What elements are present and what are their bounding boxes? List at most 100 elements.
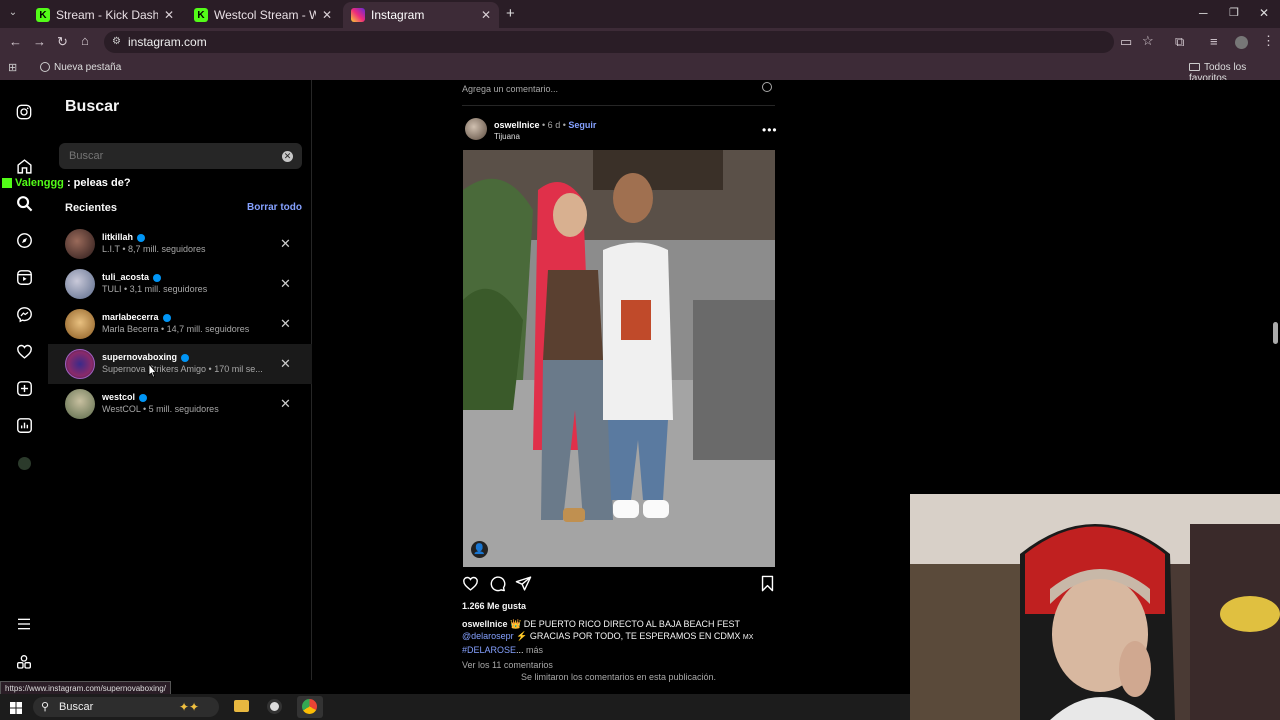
home-icon[interactable] <box>14 156 34 176</box>
chat-username: Valenggg <box>15 177 64 189</box>
tagged-people-icon[interactable]: 👤 <box>471 541 488 558</box>
tab-westcol-stream[interactable]: K Westcol Stream - Watch Live on ✕ <box>186 2 340 28</box>
caption-hashtag[interactable]: #DELAROSE <box>462 645 516 655</box>
recent-username: marlabecerra <box>102 312 159 322</box>
create-plus-icon[interactable] <box>14 378 34 398</box>
remove-recent-icon[interactable]: ✕ <box>280 276 291 292</box>
search-icon[interactable] <box>14 193 34 213</box>
bookmark-new-tab[interactable]: Nueva pestaña <box>40 62 121 73</box>
notifications-heart-icon[interactable] <box>14 341 34 361</box>
site-info-icon[interactable]: ⚙ <box>112 31 121 53</box>
view-comments-link[interactable]: Ver los 11 comentarios <box>462 660 553 670</box>
tab-instagram[interactable]: Instagram ✕ <box>343 2 499 28</box>
remove-recent-icon[interactable]: ✕ <box>280 396 291 412</box>
caption-mention[interactable]: @delarosepr <box>462 631 514 641</box>
post-location[interactable]: Tijuana <box>494 132 520 141</box>
avatar <box>65 349 95 379</box>
recent-item-tuli-acosta[interactable]: tuli_acosta TULI • 3,1 mill. seguidores … <box>48 264 312 304</box>
apps-grid-icon[interactable]: ⊞ <box>8 61 17 74</box>
clear-all-button[interactable]: Borrar todo <box>247 202 302 213</box>
obs-app-icon[interactable] <box>267 699 282 714</box>
bookmark-star-icon[interactable]: ☆ <box>1142 33 1154 49</box>
clear-search-icon[interactable]: ✕ <box>282 151 293 162</box>
remove-recent-icon[interactable]: ✕ <box>280 316 291 332</box>
recent-item-marlabecerra[interactable]: marlabecerra Marla Becerra • 14,7 mill. … <box>48 304 312 344</box>
comments-limited-notice: Se limitaron los comentarios en esta pub… <box>520 672 717 682</box>
file-explorer-icon[interactable] <box>234 700 249 712</box>
post-image[interactable] <box>463 150 775 567</box>
tab-search-button[interactable]: ⌄ <box>6 7 20 21</box>
instagram-logo-icon[interactable] <box>14 102 34 122</box>
verified-badge-icon <box>162 313 171 322</box>
recent-item-supernovaboxing[interactable]: supernovaboxing Supernova Strikers Amigo… <box>48 344 312 384</box>
explore-icon[interactable] <box>14 230 34 250</box>
tab-label: Stream - Kick Dashboard <box>56 8 158 22</box>
profile-avatar[interactable] <box>14 453 34 473</box>
kick-icon: K <box>194 8 208 22</box>
taskbar-search[interactable]: ⚲ Buscar ✦✦ <box>33 697 219 717</box>
comment-bubble-icon[interactable] <box>489 575 506 597</box>
search-panel-title: Buscar <box>65 98 120 115</box>
kick-icon: K <box>36 8 50 22</box>
emoji-icon[interactable] <box>762 82 772 92</box>
remove-recent-icon[interactable]: ✕ <box>280 356 291 372</box>
verified-badge-icon <box>137 233 146 242</box>
post-author-username[interactable]: oswellnice <box>494 120 540 130</box>
caption-more-link[interactable]: más <box>526 645 543 655</box>
like-heart-icon[interactable] <box>462 575 479 597</box>
extensions-icon[interactable]: ⧉ <box>1175 34 1184 50</box>
page-scrollbar-thumb[interactable] <box>1273 322 1278 344</box>
mouse-cursor-icon <box>147 362 157 383</box>
recent-username: litkillah <box>102 232 134 242</box>
close-icon[interactable]: ✕ <box>481 8 491 22</box>
copilot-sparkle-icon: ✦✦ <box>179 700 200 714</box>
add-comment-input[interactable]: Agrega un comentario... <box>462 84 558 94</box>
restore-button[interactable]: ❐ <box>1229 6 1239 19</box>
back-icon[interactable]: ← <box>9 34 22 49</box>
likes-count[interactable]: 1.266 Me gusta <box>462 601 526 611</box>
verified-badge-icon <box>181 353 190 362</box>
address-bar[interactable]: ⚙ instagram.com <box>104 31 1114 53</box>
profile-avatar[interactable] <box>1235 36 1248 49</box>
remove-recent-icon[interactable]: ✕ <box>280 236 291 252</box>
dashboard-chart-icon[interactable] <box>14 415 34 435</box>
install-app-icon[interactable]: ▭ <box>1120 34 1132 50</box>
forward-icon[interactable]: → <box>33 34 46 49</box>
verified-badge-icon <box>153 273 162 282</box>
minimize-button[interactable]: ─ <box>1199 6 1208 20</box>
recent-item-westcol[interactable]: westcol WestCOL • 5 mill. seguidores ✕ <box>48 384 312 424</box>
folder-icon <box>1189 63 1200 72</box>
reload-icon[interactable]: ↻ <box>57 34 68 50</box>
stream-chat-overlay: Valenggg : peleas de? <box>2 177 131 189</box>
messenger-icon[interactable] <box>14 304 34 324</box>
tab-kick-dashboard[interactable]: K Stream - Kick Dashboard ✕ <box>28 2 182 28</box>
browser-menu-icon[interactable]: ⋮ <box>1262 33 1275 49</box>
recents-heading: Recientes <box>65 202 117 214</box>
url-text: instagram.com <box>128 35 207 49</box>
new-tab-button[interactable]: + <box>506 5 515 22</box>
caption-text: ⚡ GRACIAS POR TODO, TE ESPERAMOS EN CDMX <box>513 631 743 641</box>
bookmarks-bar: ⊞ Nueva pestaña Todos los favoritos <box>0 56 1280 84</box>
chat-badge-icon <box>2 178 12 189</box>
close-icon[interactable]: ✕ <box>322 8 332 22</box>
follow-button[interactable]: Seguir <box>568 120 596 130</box>
search-input[interactable] <box>59 143 302 169</box>
caption-username[interactable]: oswellnice <box>462 619 508 629</box>
windows-start-icon[interactable] <box>10 701 22 714</box>
reels-icon[interactable] <box>14 267 34 287</box>
chrome-app-icon[interactable] <box>297 696 323 718</box>
media-control-icon[interactable]: ≡ <box>1210 34 1218 49</box>
more-menu-icon[interactable] <box>14 614 34 634</box>
more-options-icon[interactable]: ••• <box>762 123 778 137</box>
save-bookmark-icon[interactable] <box>760 575 775 597</box>
instagram-nav-rail <box>0 80 48 680</box>
recent-subtitle: Supernova Strikers Amigo • 170 mil se... <box>102 364 263 374</box>
recent-item-litkillah[interactable]: litkillah L.I.T • 8,7 mill. seguidores ✕ <box>48 224 312 264</box>
home-icon[interactable]: ⌂ <box>81 33 89 48</box>
close-window-button[interactable]: ✕ <box>1259 6 1269 20</box>
close-icon[interactable]: ✕ <box>164 8 174 22</box>
meta-apps-icon[interactable] <box>14 652 34 672</box>
recent-username: supernovaboxing <box>102 352 178 362</box>
share-send-icon[interactable] <box>515 575 532 597</box>
post-author-avatar[interactable] <box>465 118 487 140</box>
